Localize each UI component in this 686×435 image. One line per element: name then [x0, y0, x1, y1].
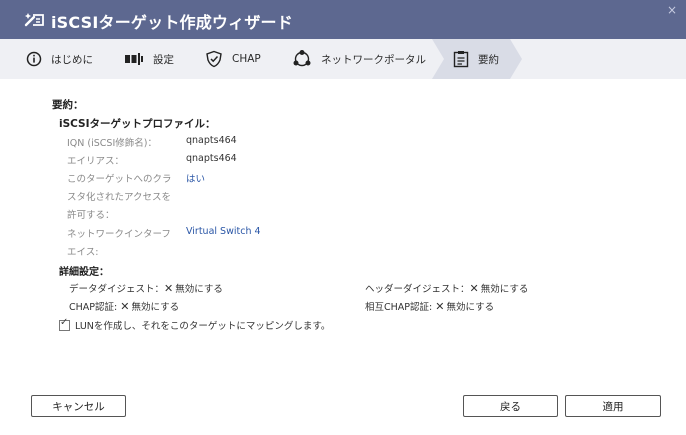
step-chap[interactable]: CHAP [205, 39, 261, 79]
header-digest-setting: ヘッダーダイジェスト：✕ 無効にする [365, 281, 528, 295]
cluster-access-label-line3: 許可する： [67, 210, 115, 221]
wizard-wand-icon [24, 13, 44, 27]
server-icon [125, 53, 143, 65]
cluster-access-label-line1: このターゲットへのクラ [67, 174, 172, 185]
mutual-chap-setting: 相互CHAP認証: ✕ 無効にする [365, 299, 494, 313]
alias-label: エイリアス： [67, 156, 125, 167]
network-interface-label-line2: エイス: [67, 247, 99, 258]
step-settings[interactable]: 設定 [124, 39, 174, 79]
checkbox-checked-icon[interactable] [59, 317, 70, 331]
cluster-access-value: はい [186, 174, 206, 185]
data-digest-setting: データダイジェスト：✕ 無効にする [69, 281, 223, 295]
step-label: CHAP [232, 53, 261, 65]
chap-auth-value: 無効にする [131, 302, 180, 313]
x-icon: ✕ [435, 300, 445, 313]
apply-button[interactable]: 適用 [565, 395, 661, 417]
header-digest-label: ヘッダーダイジェスト： [365, 284, 470, 295]
network-interface-label-line1: ネットワークインターフ [67, 229, 171, 240]
step-label: はじめに [51, 53, 93, 66]
step-network-portal[interactable]: ネットワークポータル [292, 39, 426, 79]
info-circle-icon [26, 51, 42, 67]
iqn-label: IQN (iSCSI修飾名)： [67, 138, 157, 149]
title-bar: iSCSIターゲット作成ウィザード × [0, 0, 686, 39]
step-label: ネットワークポータル [321, 53, 426, 66]
data-digest-value: 無効にする [175, 284, 223, 295]
x-icon: ✕ [164, 282, 174, 295]
step-label: 要約 [478, 53, 499, 66]
cancel-button[interactable]: キャンセル [31, 395, 126, 417]
mutual-chap-label: 相互CHAP認証: [365, 302, 433, 313]
window-title: iSCSIターゲット作成ウィザード [51, 13, 293, 32]
x-icon: ✕ [120, 300, 130, 313]
clipboard-icon [453, 51, 469, 68]
mutual-chap-value: 無効にする [446, 302, 495, 313]
network-nodes-icon [293, 50, 311, 67]
x-icon: ✕ [469, 282, 479, 295]
data-digest-label: データダイジェスト： [69, 284, 165, 295]
step-summary[interactable]: 要約 [453, 39, 499, 79]
summary-heading: 要約： [52, 99, 84, 111]
step-introduction[interactable]: はじめに [26, 39, 93, 79]
chap-auth-label: CHAP認証: [69, 302, 118, 313]
back-button[interactable]: 戻る [463, 395, 558, 417]
close-icon[interactable]: × [667, 3, 677, 17]
step-label: 設定 [153, 53, 174, 66]
iqn-value: qnapts464 [186, 135, 237, 146]
chap-auth-setting: CHAP認証: ✕ 無効にする [69, 299, 179, 313]
shield-check-icon [206, 50, 222, 68]
lun-checkbox[interactable]: LUNを作成し、それをこのターゲットにマッピングします。 [59, 317, 331, 332]
details-heading: 詳細設定： [59, 267, 109, 278]
lun-checkbox-label: LUNを作成し、それをこのターゲットにマッピングします。 [75, 321, 331, 332]
header-digest-value: 無効にする [480, 284, 529, 295]
profile-heading: iSCSIターゲットプロファイル： [59, 118, 216, 130]
alias-value: qnapts464 [186, 153, 237, 164]
network-interface-value: Virtual Switch 4 [186, 226, 261, 237]
cluster-access-label-line2: スタ化されたアクセスを [67, 192, 172, 203]
